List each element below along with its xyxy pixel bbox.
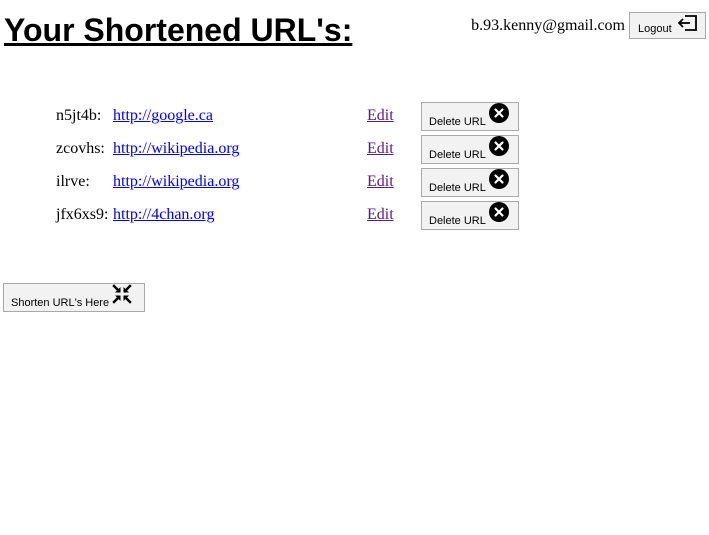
delete-url-label: Delete URL [429, 182, 486, 194]
original-url-link[interactable]: http://wikipedia.org [113, 139, 239, 159]
edit-link[interactable]: Edit [367, 139, 394, 159]
logout-icon [677, 15, 697, 31]
user-area: b.93.kenny@gmail.com Logout [471, 12, 706, 39]
short-code: ilrve: [56, 173, 90, 190]
user-email: b.93.kenny@gmail.com [471, 16, 625, 34]
logout-label: Logout [638, 23, 672, 35]
original-url-link[interactable]: http://4chan.org [113, 205, 214, 225]
original-url-link[interactable]: http://google.ca [113, 106, 213, 126]
edit-link[interactable]: Edit [367, 205, 394, 225]
delete-url-button[interactable]: Delete URL [421, 168, 519, 197]
url-row: jfx6xs9: http://4chan.org Edit Delete UR… [56, 201, 526, 234]
short-code: n5jt4b: [56, 107, 102, 124]
delete-url-label: Delete URL [429, 116, 486, 128]
close-circle-icon [488, 169, 509, 189]
logout-button[interactable]: Logout [629, 12, 706, 39]
delete-url-label: Delete URL [429, 149, 486, 161]
close-circle-icon [488, 136, 509, 156]
original-url-link[interactable]: http://wikipedia.org [113, 172, 239, 192]
delete-url-label: Delete URL [429, 215, 486, 227]
delete-url-button[interactable]: Delete URL [421, 102, 519, 131]
delete-url-button[interactable]: Delete URL [421, 201, 519, 230]
edit-link[interactable]: Edit [367, 172, 394, 192]
shorten-url-button[interactable]: Shorten URL's Here [3, 283, 145, 312]
url-row: n5jt4b: http://google.ca Edit Delete URL [56, 102, 526, 135]
delete-url-button[interactable]: Delete URL [421, 135, 519, 164]
url-row: ilrve: http://wikipedia.org Edit Delete … [56, 168, 526, 201]
short-code: zcovhs: [56, 140, 105, 157]
shorten-url-label: Shorten URL's Here [11, 297, 110, 309]
page-title: Your Shortened URL's: [4, 12, 353, 48]
url-list: n5jt4b: http://google.ca Edit Delete URL… [56, 102, 526, 234]
close-circle-icon [488, 103, 509, 123]
compress-arrows-icon [112, 284, 132, 304]
edit-link[interactable]: Edit [367, 106, 394, 126]
close-circle-icon [488, 202, 509, 222]
short-code: jfx6xs9: [56, 206, 109, 223]
url-row: zcovhs: http://wikipedia.org Edit Delete… [56, 135, 526, 168]
